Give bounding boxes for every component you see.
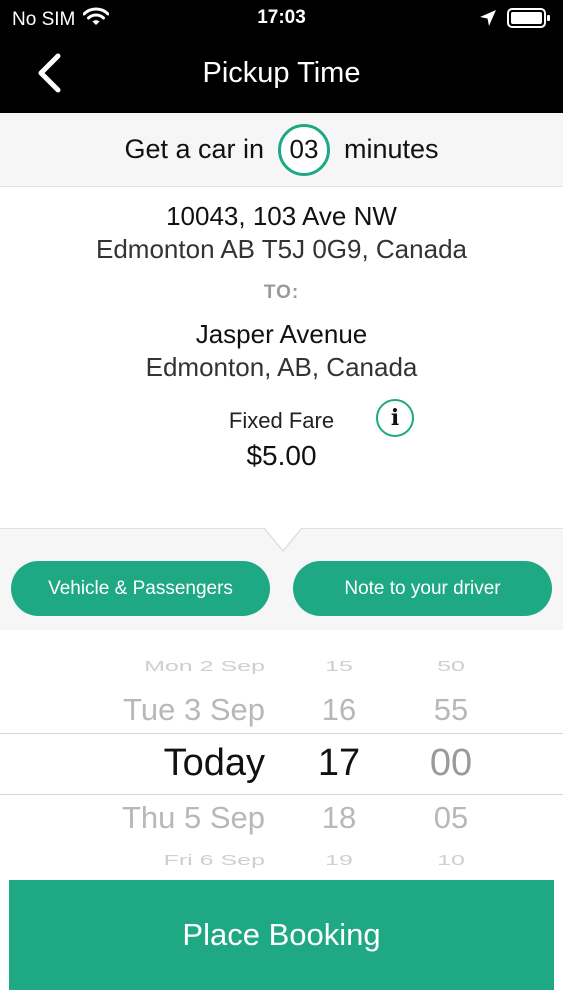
eta-bar: Get a car in 03 minutes: [0, 113, 563, 187]
place-booking-button[interactable]: Place Booking: [9, 880, 554, 990]
picker-minute-option[interactable]: 10: [410, 852, 492, 869]
nav-bar: Pickup Time: [0, 36, 563, 113]
vehicle-passengers-button[interactable]: Vehicle & Passengers: [11, 561, 270, 616]
picker-hour-option[interactable]: 18: [298, 800, 380, 836]
info-icon[interactable]: i: [376, 399, 414, 437]
destination-line1: Jasper Avenue: [195, 319, 368, 349]
pickup-time-picker[interactable]: Mon 2 Sep Tue 3 Sep Today Thu 5 Sep Fri …: [0, 630, 563, 880]
pickup-address: 10043, 103 Ave NW Edmonton AB T5J 0G9, C…: [0, 201, 563, 265]
location-arrow-icon: [479, 9, 497, 32]
destination-line2: Edmonton, AB, Canada: [145, 352, 418, 382]
status-right: [479, 8, 551, 33]
picker-day-option[interactable]: Mon 2 Sep: [144, 658, 265, 675]
picker-minute-selected[interactable]: 00: [410, 742, 492, 785]
picker-day-selected[interactable]: Today: [164, 742, 265, 785]
picker-day-option[interactable]: Thu 5 Sep: [122, 800, 265, 836]
info-glyph: i: [390, 405, 400, 431]
picker-hour-selected[interactable]: 17: [298, 742, 380, 785]
picker-hour-option[interactable]: 19: [298, 852, 380, 869]
note-to-driver-button[interactable]: Note to your driver: [293, 561, 552, 616]
eta-minutes-badge: 03: [278, 123, 330, 176]
eta-minutes: 03: [289, 134, 319, 164]
destination-address: Jasper Avenue Edmonton, AB, Canada: [0, 319, 563, 383]
pickup-line1: 10043, 103 Ave NW: [166, 201, 397, 231]
fare-value: $5.00: [246, 440, 317, 471]
battery-icon: [507, 8, 551, 33]
picker-day-option[interactable]: Fri 6 Sep: [164, 852, 265, 869]
page-title: Pickup Time: [202, 57, 361, 89]
status-bar: No SIM 17:03: [0, 0, 563, 36]
picker-minute-option[interactable]: 05: [410, 800, 492, 836]
picker-hour-option[interactable]: 16: [298, 692, 380, 728]
pointer-notch: [264, 521, 302, 553]
eta-prefix: Get a car in: [124, 134, 264, 164]
picker-minute-option[interactable]: 55: [410, 692, 492, 728]
picker-hour-option[interactable]: 15: [298, 658, 380, 675]
to-label: TO:: [263, 282, 300, 303]
fare-label: Fixed Fare: [228, 408, 335, 433]
pickup-line2: Edmonton AB T5J 0G9, Canada: [96, 234, 467, 264]
eta-suffix: minutes: [344, 134, 439, 164]
picker-minute-option[interactable]: 50: [410, 658, 492, 675]
picker-day-option[interactable]: Tue 3 Sep: [123, 692, 265, 728]
